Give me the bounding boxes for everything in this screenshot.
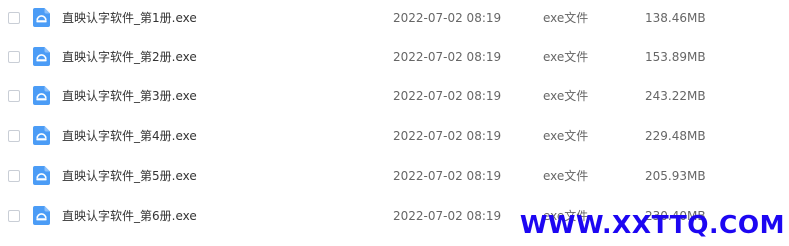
- file-size: 138.46MB: [645, 11, 706, 25]
- watermark-text: WWW.XXTTQ.COM: [519, 210, 785, 239]
- file-type: exe文件: [543, 11, 589, 25]
- file-date: 2022-07-02 08:19: [393, 169, 502, 183]
- file-name[interactable]: 直映认字软件_第3册.exe: [62, 88, 197, 104]
- file-size: 243.22MB: [645, 89, 706, 103]
- file-type: exe文件: [543, 89, 589, 103]
- file-name[interactable]: 直映认字软件_第6册.exe: [62, 208, 197, 224]
- exe-file-icon: [33, 126, 50, 145]
- file-row[interactable]: 直映认字软件_第3册.exe 2022-07-02 08:19 exe文件 24…: [0, 78, 789, 118]
- row-checkbox[interactable]: [8, 130, 20, 142]
- row-checkbox[interactable]: [8, 210, 20, 222]
- file-row[interactable]: 直映认字软件_第1册.exe 2022-07-02 08:19 exe文件 13…: [0, 0, 789, 40]
- file-date: 2022-07-02 08:19: [393, 89, 502, 103]
- file-date: 2022-07-02 08:19: [393, 11, 502, 25]
- row-checkbox[interactable]: [8, 170, 20, 182]
- file-type: exe文件: [543, 129, 589, 143]
- file-name[interactable]: 直映认字软件_第2册.exe: [62, 49, 197, 65]
- exe-file-icon: [33, 86, 50, 105]
- exe-file-icon: [33, 47, 50, 66]
- file-name[interactable]: 直映认字软件_第4册.exe: [62, 128, 197, 144]
- row-checkbox[interactable]: [8, 90, 20, 102]
- file-type: exe文件: [543, 169, 589, 183]
- exe-file-icon: [33, 8, 50, 27]
- file-date: 2022-07-02 08:19: [393, 209, 502, 223]
- file-date: 2022-07-02 08:19: [393, 50, 502, 64]
- file-row[interactable]: 直映认字软件_第2册.exe 2022-07-02 08:19 exe文件 15…: [0, 39, 789, 79]
- file-row[interactable]: 直映认字软件_第5册.exe 2022-07-02 08:19 exe文件 20…: [0, 158, 789, 198]
- row-checkbox[interactable]: [8, 12, 20, 24]
- exe-file-icon: [33, 206, 50, 225]
- file-row[interactable]: 直映认字软件_第4册.exe 2022-07-02 08:19 exe文件 22…: [0, 118, 789, 158]
- row-checkbox[interactable]: [8, 51, 20, 63]
- file-type: exe文件: [543, 50, 589, 64]
- file-name[interactable]: 直映认字软件_第1册.exe: [62, 10, 197, 26]
- file-size: 153.89MB: [645, 50, 706, 64]
- file-date: 2022-07-02 08:19: [393, 129, 502, 143]
- file-size: 229.48MB: [645, 129, 706, 143]
- file-size: 205.93MB: [645, 169, 706, 183]
- file-name[interactable]: 直映认字软件_第5册.exe: [62, 168, 197, 184]
- exe-file-icon: [33, 166, 50, 185]
